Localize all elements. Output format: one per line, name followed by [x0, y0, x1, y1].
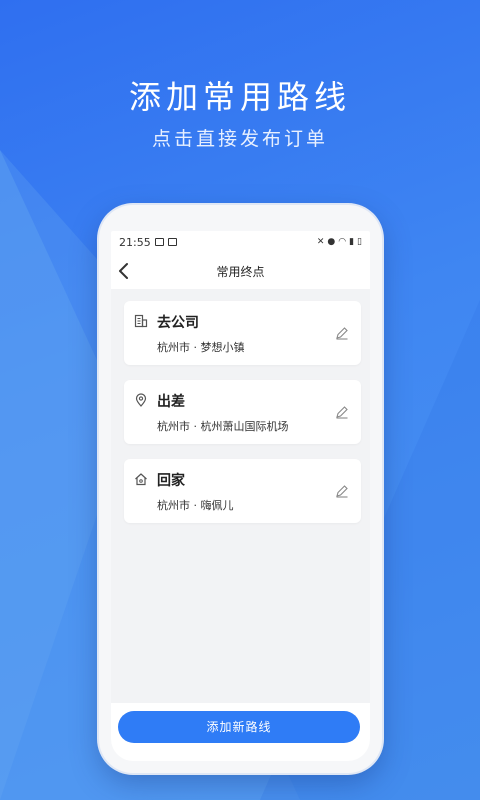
page-title: 常用终点 [216, 265, 265, 279]
location-pin-icon [135, 393, 147, 407]
route-address: 杭州市 · 梦想小镇 [157, 341, 245, 354]
image-icon [154, 238, 164, 246]
route-address: 杭州市 · 嗨佩儿 [157, 499, 234, 512]
route-name: 去公司 [157, 315, 199, 331]
phone-screen: 21:55 ✕ ● ◠ ▮ ▯ 常用终点 去公司 杭州市 · 梦想小镇 出差 杭… [111, 231, 370, 761]
home-icon [135, 473, 147, 486]
status-time: 21:55 [119, 235, 151, 249]
route-card-company[interactable]: 去公司 杭州市 · 梦想小镇 [124, 301, 361, 365]
promo-title: 添加常用路线 [128, 78, 351, 116]
edit-icon[interactable] [335, 326, 349, 340]
nav-bar: 常用终点 [111, 253, 370, 289]
phone-mockup: 21:55 ✕ ● ◠ ▮ ▯ 常用终点 去公司 杭州市 · 梦想小镇 出差 杭… [99, 205, 382, 773]
route-card-home[interactable]: 回家 杭州市 · 嗨佩儿 [124, 459, 361, 523]
route-card-business-trip[interactable]: 出差 杭州市 · 杭州萧山国际机场 [124, 380, 361, 444]
edit-icon[interactable] [335, 405, 349, 419]
mute-icon: ✕ [316, 237, 325, 247]
location-icon: ● [327, 237, 336, 247]
route-name: 回家 [157, 473, 185, 489]
signal-icon: ▮ [349, 237, 355, 247]
add-route-button[interactable]: 添加新路线 [118, 711, 360, 743]
battery-icon: ▯ [357, 237, 362, 247]
route-name: 出差 [157, 394, 185, 410]
route-address: 杭州市 · 杭州萧山国际机场 [157, 420, 289, 433]
notification-icon [167, 238, 177, 246]
building-icon [134, 314, 148, 328]
status-bar: 21:55 ✕ ● ◠ ▮ ▯ [111, 231, 370, 253]
promo-subtitle: 点击直接发布订单 [151, 128, 328, 150]
wifi-icon: ◠ [338, 237, 347, 247]
bottom-action-area: 添加新路线 [111, 703, 370, 761]
edit-icon[interactable] [335, 484, 349, 498]
